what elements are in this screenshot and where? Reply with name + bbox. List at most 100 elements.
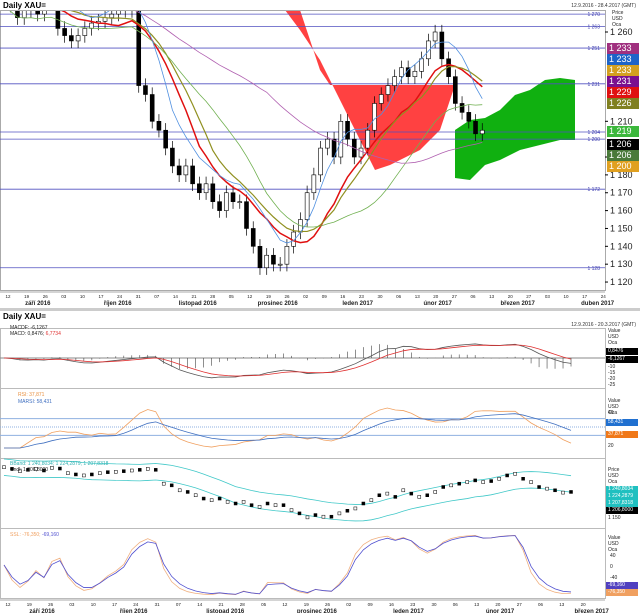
lower-x-axis-tick: 13 [474,602,480,607]
bb-candle [321,514,326,519]
main-x-axis-tick: 10 [80,294,86,299]
main-x-axis-tick: 24 [117,294,123,299]
price-tick-label: 1 170 [610,188,633,198]
main-x-axis-tick: 03 [545,294,551,299]
bb-lower-line [3,475,572,522]
lower-x-axis-tick: 14 [197,602,203,607]
main-x-axis-tick: 17 [582,294,588,299]
lower-x-axis-tick: 27 [517,602,523,607]
bb-candle [441,485,445,489]
macd-signal-line [3,344,572,377]
lower-x-axis-tick: 06 [453,602,459,607]
main-x-axis-tick: 17 [98,294,104,299]
rsi-line [4,407,572,449]
candle-body [109,13,115,19]
candle-body [277,263,283,266]
lower-x-axis-tick: 24 [133,602,139,607]
main-x-axis-tick: 16 [340,294,346,299]
candle-body [453,76,458,104]
main-x-axis-tick: 14 [173,294,179,299]
lower-x-axis-tick: 16 [389,602,395,607]
bb-candle [217,496,222,501]
main-x-axis-month: říjen 2016 [104,301,132,307]
bb-candle [122,469,126,473]
price-tick-label: 1 130 [610,259,633,269]
main-x-axis-tick: 06 [396,294,402,299]
bb-upper-box: 1 240,8034 [606,486,638,493]
lower-x-axis-tick: 30 [431,602,437,607]
bb-candle [297,511,302,516]
lower-x-axis-month: prosinec 2016 [297,609,338,613]
main-x-axis-tick: 03 [61,294,67,299]
main-x-axis-tick: 24 [601,294,607,299]
bb-candle [457,481,461,486]
main-x-axis-tick: 10 [563,294,569,299]
candle-body [372,103,377,131]
candle-body [223,192,229,211]
macdf-value-box: -6,1267 [606,356,638,363]
bb-candle [305,515,310,520]
candle-body [116,11,121,15]
bb-candle [209,498,214,502]
bb-candle [146,467,150,471]
bb-candle [393,495,398,499]
lower-x-axis-tick: 07 [176,602,182,607]
bb-candle [513,472,517,476]
bb-candle [545,486,549,491]
stoch-tick-0: 0 [610,564,613,570]
rsi-panel-frame [0,388,606,459]
price-tick-label: 1 120 [610,277,633,287]
main-x-axis-tick: 26 [43,294,49,299]
bb-candle [98,471,102,475]
marsi-value-box: 58,431 [606,419,638,426]
main-x-axis-tick: 27 [526,294,532,299]
lower-x-axis-month: listopad 2016 [206,609,245,613]
main-x-axis-month: listopad 2016 [179,301,218,307]
bb-candle [553,488,557,493]
bb-candle [177,488,182,493]
level-label: 1 204 [587,130,600,136]
bb-candle [313,513,318,517]
candle-body [271,254,276,265]
rsi-tick-20: 20 [608,443,614,449]
bb-candle [257,505,262,509]
main-x-axis-month: leden 2017 [342,301,373,307]
candle-body [217,201,222,211]
main-x-axis-tick: 20 [433,294,439,299]
level-label: 1 172 [587,187,600,193]
main-x-axis-tick: 12 [247,294,253,299]
macd-caption: Value USD Oca [608,328,621,346]
price-box: 1 226 [607,98,639,109]
bb-caption: Price USD Oca [608,467,620,485]
bb-candle [74,472,78,477]
lower-date-range: 12.9.2016 - 20.3.2017 (GMT) [571,322,636,328]
level-label: 1 263 [587,25,600,31]
candle-body [432,31,438,42]
lower-x-axis-month: září 2016 [29,609,55,613]
candle-body [358,147,364,158]
candle-body [21,11,27,19]
bb-candle [114,470,118,474]
main-x-axis-tick: 13 [489,294,495,299]
main-x-axis-month: prosinec 2016 [258,301,299,307]
candle-body [203,183,209,194]
bb-candle [225,500,230,504]
main-x-axis-month: duben 2017 [581,301,615,307]
lower-x-axis-tick: 02 [346,602,352,607]
candle-body [183,165,189,176]
bb-candle [489,479,493,483]
candle-body [237,201,243,203]
lower-x-axis-tick: 28 [240,602,246,607]
lower-x-axis-tick: 21 [218,602,224,607]
lower-x-axis-tick: 26 [48,602,54,607]
bb-candle [385,491,390,496]
bb-candle [521,477,525,481]
level-label: 1 200 [587,137,600,143]
lower-x-axis-tick: 03 [69,602,75,607]
price-box: 1 219 [607,126,639,137]
main-x-axis-tick: 27 [452,294,458,299]
candle-body [62,28,67,36]
candle-body [419,58,424,72]
bb-candle [345,509,350,513]
candle-body [311,174,317,194]
